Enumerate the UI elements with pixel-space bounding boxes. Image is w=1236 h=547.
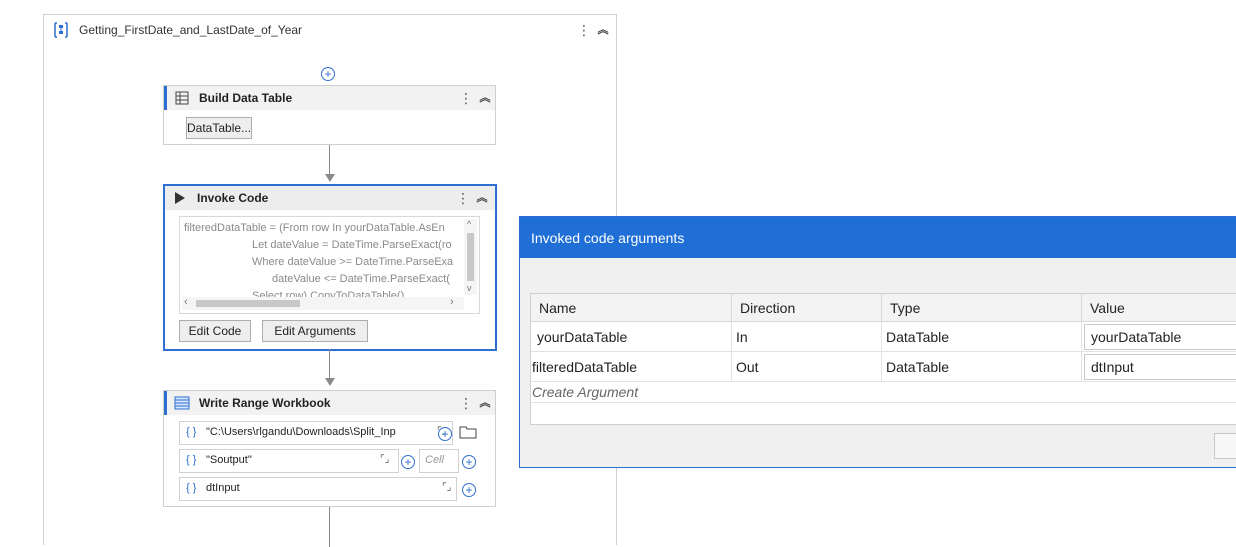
ok-button[interactable] (1214, 433, 1236, 459)
table-row-direction[interactable]: Out (732, 352, 882, 382)
table-row-type[interactable]: DataTable (882, 352, 1082, 382)
activity-header: Write Range Workbook ⋮ ︽ (164, 391, 495, 415)
column-header-type[interactable]: Type (882, 294, 1082, 322)
invoke-code-activity[interactable]: Invoke Code ⋮ ︽ filteredDataTable = (Fro… (163, 184, 497, 351)
arrow-down-icon (325, 378, 335, 386)
table-row-name[interactable]: yourDataTable (531, 322, 732, 352)
scroll-down-icon[interactable]: v (467, 283, 472, 293)
table-row-value-cell: dtInput (1082, 352, 1236, 382)
dialog-title: Invoked code arguments (531, 230, 685, 246)
chevron-double-up-icon[interactable]: ︽ (479, 90, 491, 106)
table-icon (175, 91, 189, 108)
column-header-direction[interactable]: Direction (732, 294, 882, 322)
plus-circle-icon[interactable]: + (462, 483, 476, 497)
scroll-left-icon[interactable]: ‹ (184, 296, 188, 308)
arrow-down-icon (325, 174, 335, 182)
vertical-scrollbar[interactable]: ^ v (464, 219, 477, 295)
table-row-value-cell: yourDataTable (1082, 322, 1236, 352)
scroll-right-icon[interactable]: › (450, 296, 454, 308)
datatable-field[interactable]: { } dtInput ⌜⌟ (179, 477, 457, 501)
sequence-icon (53, 22, 69, 41)
activity-title: Invoke Code (197, 191, 269, 205)
chevron-double-up-icon[interactable]: ︽ (476, 190, 488, 206)
code-line: Let dateValue = DateTime.ParseExact(ro (252, 239, 452, 251)
column-header-value[interactable]: Value (1082, 294, 1236, 322)
create-argument-row[interactable]: Create Argument (531, 382, 1236, 403)
table-row-type[interactable]: DataTable (882, 322, 1082, 352)
horizontal-scrollbar[interactable]: ‹ › (182, 296, 464, 310)
plus-circle-icon[interactable]: + (462, 455, 476, 469)
plus-circle-icon[interactable]: + (401, 455, 415, 469)
table-row-name[interactable]: filteredDataTable (531, 352, 732, 382)
spreadsheet-icon (174, 396, 190, 413)
expression-icon: { } (186, 426, 197, 438)
code-line: Where dateValue >= DateTime.ParseExa (252, 256, 454, 268)
code-line: dateValue <= DateTime.ParseExact( (272, 273, 450, 285)
expression-icon: { } (186, 482, 197, 494)
cell-placeholder: Cell (425, 454, 444, 466)
scroll-up-icon[interactable]: ^ (467, 219, 471, 229)
create-argument-link[interactable]: Create Argument (532, 384, 638, 400)
chevron-double-up-icon[interactable]: ︽ (479, 395, 491, 411)
expand-icon[interactable]: ⌜⌟ (380, 454, 389, 465)
activity-title: Write Range Workbook (199, 396, 331, 410)
sheet-name-value: "Soutput" (206, 454, 252, 466)
kebab-menu-icon[interactable]: ⋮ (459, 90, 473, 106)
cell-field[interactable]: Cell (419, 449, 459, 473)
datatable-value: dtInput (206, 482, 240, 494)
plus-circle-icon[interactable]: + (438, 427, 452, 441)
connector-line (329, 507, 330, 547)
kebab-menu-icon[interactable]: ⋮ (459, 395, 473, 411)
arguments-grid[interactable]: Name Direction Type Value yourDataTable … (530, 293, 1236, 425)
folder-icon[interactable] (459, 425, 477, 442)
activity-title: Build Data Table (199, 91, 293, 105)
kebab-menu-icon[interactable]: ⋮ (456, 190, 470, 206)
value-input[interactable]: dtInput (1084, 354, 1236, 380)
build-data-table-activity[interactable]: Build Data Table ⋮ ︽ DataTable... (163, 85, 496, 145)
sheet-name-field[interactable]: { } "Soutput" ⌜⌟ (179, 449, 399, 473)
workbook-path-field[interactable]: { } "C:\Users\rlgandu\Downloads\Split_In… (179, 421, 453, 445)
workbook-path-value: "C:\Users\rlgandu\Downloads\Split_Inp (206, 426, 396, 438)
chevron-double-up-icon[interactable]: ︽ (597, 22, 609, 38)
connector-line (329, 349, 330, 379)
edit-arguments-button[interactable]: Edit Arguments (262, 320, 368, 342)
activity-header: Build Data Table ⋮ ︽ (164, 86, 495, 110)
edit-code-button[interactable]: Edit Code (179, 320, 251, 342)
connector-line (329, 145, 330, 175)
expand-icon[interactable]: ⌜⌟ (442, 482, 451, 493)
value-input[interactable]: yourDataTable (1084, 324, 1236, 350)
scroll-thumb[interactable] (467, 233, 474, 281)
invoked-code-arguments-dialog[interactable]: Invoked code arguments Name Direction Ty… (519, 216, 1236, 468)
kebab-menu-icon[interactable]: ⋮ (577, 22, 591, 38)
activity-header: Invoke Code ⋮ ︽ (165, 186, 495, 210)
sequence-header[interactable]: Getting_FirstDate_and_LastDate_of_Year ⋮… (44, 15, 616, 45)
write-range-workbook-activity[interactable]: Write Range Workbook ⋮ ︽ { } "C:\Users\r… (163, 390, 496, 507)
dialog-titlebar[interactable]: Invoked code arguments (520, 217, 1236, 258)
scroll-thumb[interactable] (196, 300, 300, 307)
column-header-name[interactable]: Name (531, 294, 732, 322)
expression-icon: { } (186, 454, 197, 466)
code-line: filteredDataTable = (From row In yourDat… (184, 222, 445, 234)
datatable-button[interactable]: DataTable... (186, 117, 252, 139)
code-editor[interactable]: filteredDataTable = (From row In yourDat… (179, 216, 480, 314)
add-activity-icon[interactable]: + (321, 67, 335, 81)
table-row-direction[interactable]: In (732, 322, 882, 352)
play-icon (174, 191, 186, 208)
sequence-title: Getting_FirstDate_and_LastDate_of_Year (79, 23, 303, 37)
